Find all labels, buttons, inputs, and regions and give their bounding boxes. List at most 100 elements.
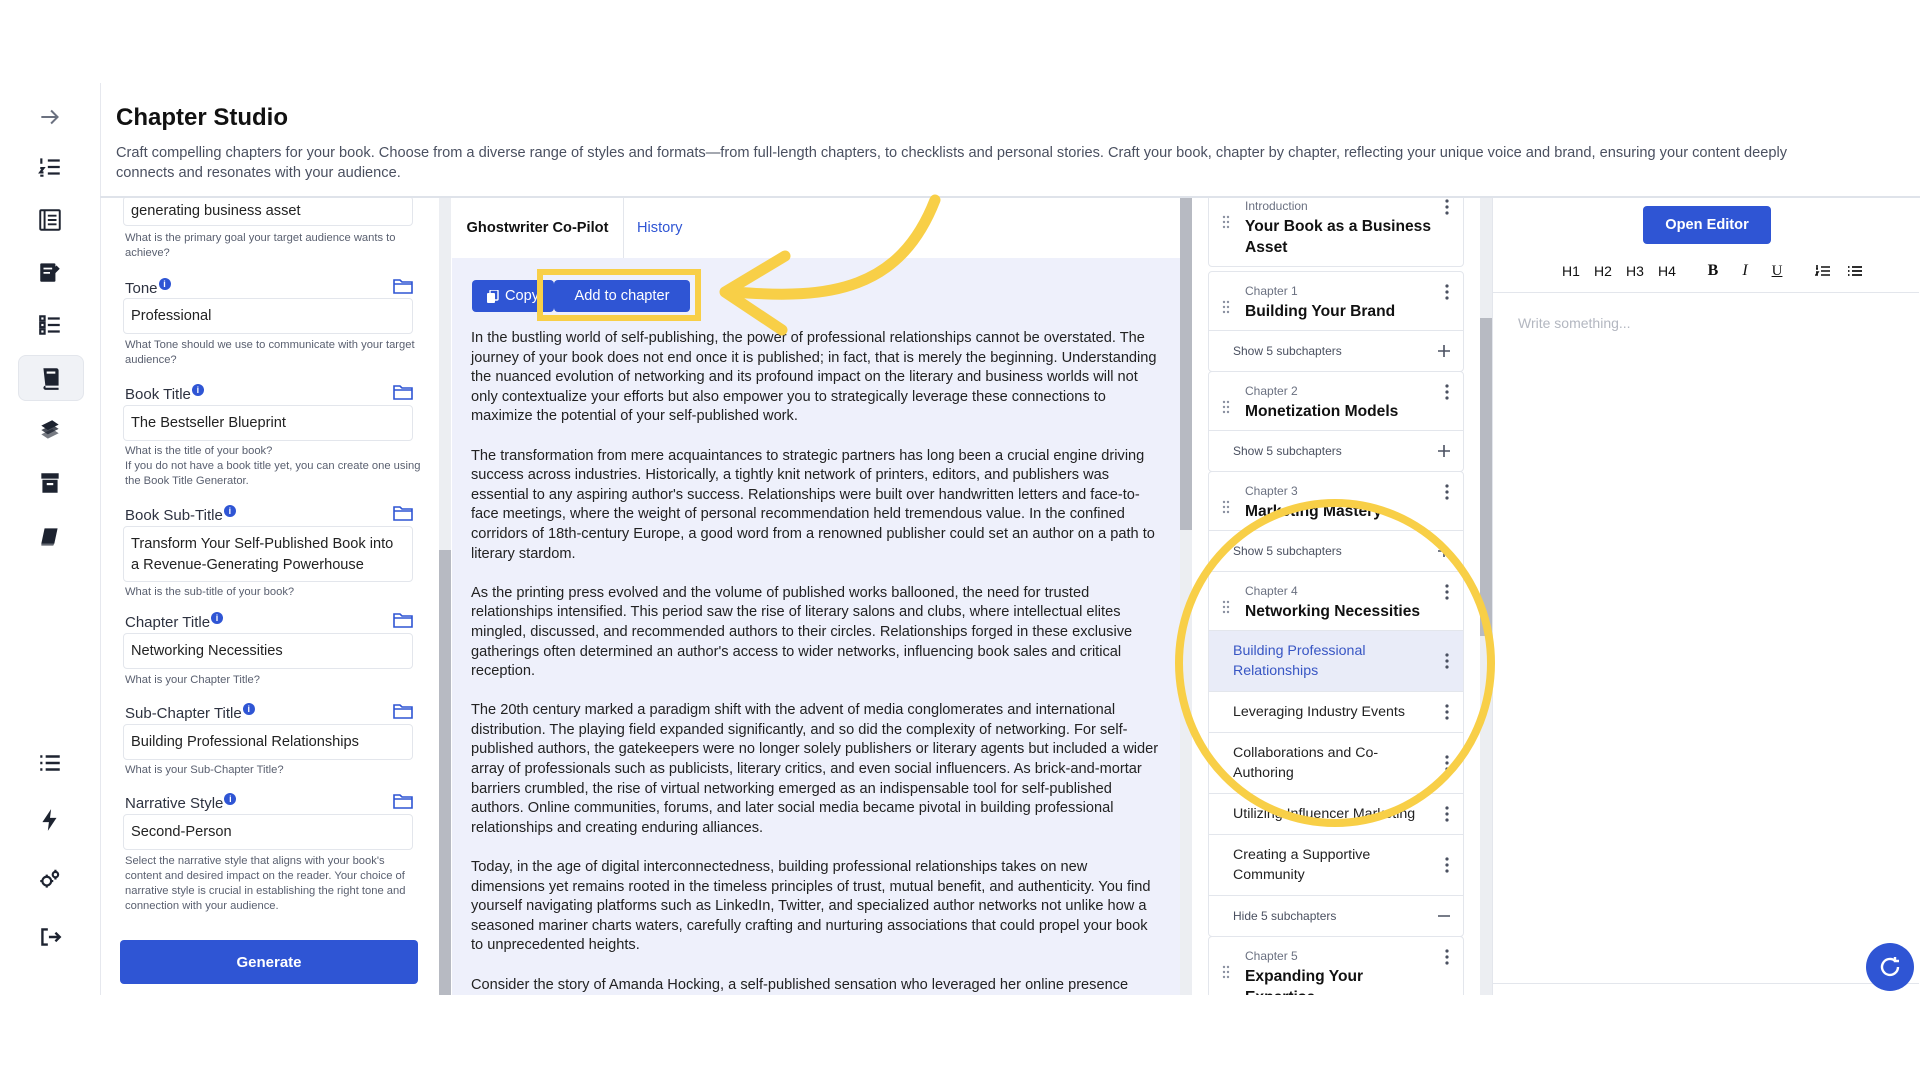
folder-icon[interactable] [393,612,413,628]
book-open-icon[interactable] [18,355,84,401]
outline-scrollbar-thumb[interactable] [1480,318,1492,636]
bold-button[interactable]: B [1697,257,1729,285]
folder-icon[interactable] [393,505,413,521]
folder-icon[interactable] [393,793,413,809]
folder-icon[interactable] [393,703,413,719]
notebook-pen-icon[interactable] [18,250,82,294]
chapter-label: Introduction [1245,199,1308,213]
subchapter-toggle[interactable]: Hide 5 subchapters [1209,895,1463,936]
italic-button[interactable]: I [1729,257,1761,285]
drag-handle-icon[interactable] [1222,215,1230,229]
narrative-style-select[interactable]: Second-Person [123,814,413,850]
outline-scrollbar[interactable] [1480,198,1492,995]
chapter-header[interactable]: Chapter 4 Networking Necessities [1209,572,1463,630]
kebab-menu-icon[interactable] [1445,284,1449,300]
subchapter-item[interactable]: Leveraging Industry Events [1209,691,1463,732]
tab-history[interactable]: History [637,198,682,258]
list-numbered-icon[interactable] [18,145,82,189]
kebab-menu-icon[interactable] [1445,857,1449,873]
kebab-menu-icon[interactable] [1445,584,1449,600]
chapter-header[interactable]: Chapter 1 Building Your Brand [1209,272,1463,330]
editor-placeholder: Write something... [1518,315,1631,331]
arrow-right-icon[interactable] [18,95,82,139]
chapter-card-4[interactable]: Chapter 4 Networking Necessities Buildin… [1208,571,1464,937]
archive-icon[interactable] [18,461,82,505]
info-icon[interactable]: i [191,384,204,396]
menu-list-icon[interactable] [18,741,82,785]
drag-handle-icon[interactable] [1222,500,1230,514]
subchapter-toggle[interactable]: Show 5 subchapters [1209,330,1463,371]
chapter-header[interactable]: Chapter 5 Expanding Your Expertise [1209,937,1463,995]
minus-icon[interactable] [1437,909,1451,923]
drag-handle-icon[interactable] [1222,300,1230,314]
info-icon[interactable]: i [242,703,255,715]
chapter-card-2[interactable]: Chapter 2 Monetization Models Show 5 sub… [1208,371,1464,472]
books-stack-icon[interactable] [18,408,82,452]
subchapter-item-active[interactable]: Building Professional Relationships [1209,630,1463,691]
underline-button[interactable]: U [1761,257,1793,285]
folder-icon[interactable] [393,278,413,294]
drag-handle-icon[interactable] [1222,400,1230,414]
help-chat-button[interactable] [1866,943,1914,991]
subchapter-title-field[interactable]: Building Professional Relationships [123,724,413,760]
book-title-field[interactable]: The Bestseller Blueprint [123,405,413,441]
form-scrollbar-thumb[interactable] [439,550,451,995]
content-scrollbar[interactable] [1180,198,1192,995]
chapter-card-5[interactable]: Chapter 5 Expanding Your Expertise [1208,936,1464,995]
kebab-menu-icon[interactable] [1445,384,1449,400]
chapter-card-1[interactable]: Chapter 1 Building Your Brand Show 5 sub… [1208,271,1464,372]
book-title-help-extra: If you do not have a book title yet, you… [125,460,421,487]
ordered-list-button[interactable] [1807,257,1839,285]
chapter-card-3[interactable]: Chapter 3 Marketing Mastery Show 5 subch… [1208,471,1464,572]
subchapter-item[interactable]: Creating a Supportive Community [1209,834,1463,895]
subchapter-item[interactable]: Collaborations and Co-Authoring [1209,732,1463,793]
info-icon[interactable]: i [223,505,236,517]
subchapter-toggle[interactable]: Show 5 subchapters [1209,430,1463,471]
add-to-chapter-button[interactable]: Add to chapter [554,280,690,312]
info-icon[interactable]: i [158,278,171,290]
kebab-menu-icon[interactable] [1445,199,1449,215]
folder-icon[interactable] [393,384,413,400]
chapter-header[interactable]: Chapter 2 Monetization Models [1209,372,1463,430]
kebab-menu-icon[interactable] [1445,949,1449,965]
kebab-menu-icon[interactable] [1445,806,1449,822]
settings-gears-icon[interactable] [18,858,82,902]
tab-ghostwriter-copilot[interactable]: Ghostwriter Co-Pilot [452,198,624,258]
drag-handle-icon[interactable] [1222,600,1230,614]
form-scrollbar[interactable] [439,198,451,995]
plus-icon[interactable] [1437,344,1451,358]
heading-4-button[interactable]: H4 [1651,257,1683,285]
editor-textarea[interactable]: Write something... [1493,292,1919,984]
book-subtitle-field[interactable]: Transform Your Self-Published Book into … [123,526,413,582]
content-scrollbar-thumb[interactable] [1180,198,1192,530]
plus-icon[interactable] [1437,444,1451,458]
kebab-menu-icon[interactable] [1445,653,1449,669]
kebab-menu-icon[interactable] [1445,755,1449,771]
chapter-title-field[interactable]: Networking Necessities [123,633,413,669]
plus-icon[interactable] [1437,544,1451,558]
subchapter-toggle[interactable]: Show 5 subchapters [1209,530,1463,571]
open-editor-button[interactable]: Open Editor [1643,206,1771,244]
logout-icon[interactable] [18,915,82,959]
kebab-menu-icon[interactable] [1445,484,1449,500]
heading-1-button[interactable]: H1 [1555,257,1587,285]
chapter-card-introduction[interactable]: Introduction Your Book as a Business Ass… [1208,198,1464,267]
bullet-list-button[interactable] [1839,257,1871,285]
checklist-icon[interactable] [18,303,82,347]
heading-2-button[interactable]: H2 [1587,257,1619,285]
chapter-header[interactable]: Introduction Your Book as a Business Ass… [1209,198,1463,266]
bolt-icon[interactable] [18,798,82,842]
chapter-header[interactable]: Chapter 3 Marketing Mastery [1209,472,1463,530]
generate-button[interactable]: Generate [120,940,418,984]
drag-handle-icon[interactable] [1222,965,1230,979]
copy-button[interactable]: Copy [472,280,554,312]
goal-field[interactable]: generating business asset [123,198,413,226]
info-icon[interactable]: i [211,612,224,624]
subchapter-item[interactable]: Utilizing Influencer Marketing [1209,793,1463,834]
tone-field[interactable]: Professional [123,298,413,334]
book-icon[interactable] [18,515,82,559]
heading-3-button[interactable]: H3 [1619,257,1651,285]
book-list-icon[interactable] [18,198,82,242]
kebab-menu-icon[interactable] [1445,704,1449,720]
info-icon[interactable]: i [224,793,237,805]
